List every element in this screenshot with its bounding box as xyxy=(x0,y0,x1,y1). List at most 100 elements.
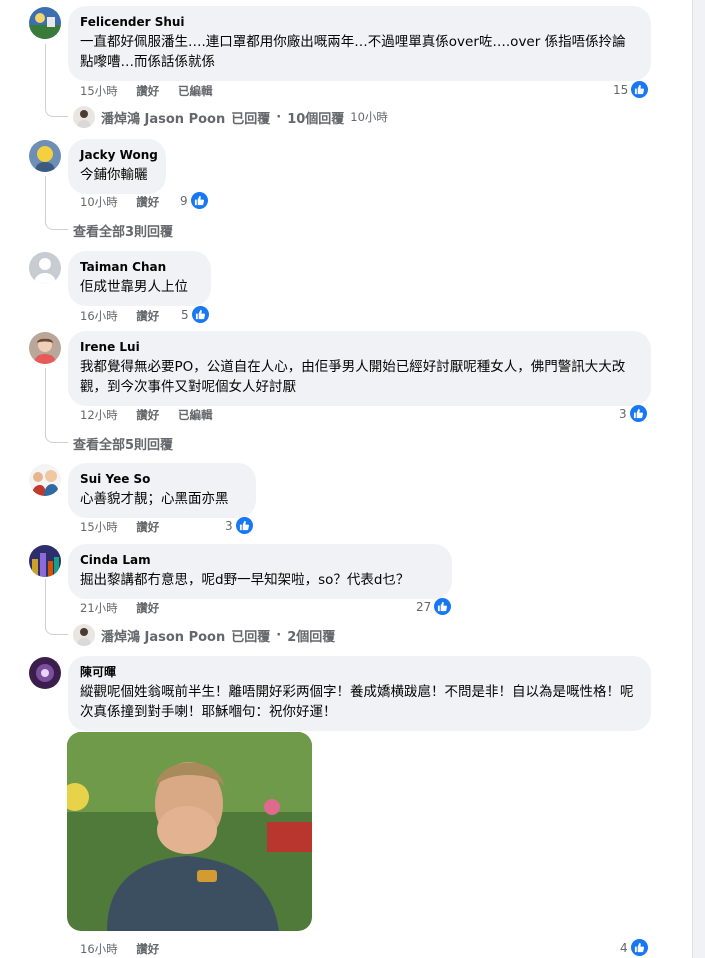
edited-label[interactable]: 已編輯 xyxy=(178,83,213,99)
comment-actions: 21小時 讚好 xyxy=(80,600,174,616)
comment-author[interactable]: Taiman Chan xyxy=(80,259,199,275)
reaction-number: 9 xyxy=(180,193,188,208)
comment-text: 縱觀呢個姓翁嘅前半生！離唔開好彩两個字！養成嬌横跋扈！不問是非！自以為是嘅性格！… xyxy=(80,684,634,720)
dot-separator: · xyxy=(276,627,282,643)
dot-separator: · xyxy=(276,109,282,125)
reaction-count[interactable]: 5 xyxy=(181,306,209,323)
reaction-number: 27 xyxy=(416,599,432,614)
like-button[interactable]: 讚好 xyxy=(136,194,159,210)
reaction-count[interactable]: 3 xyxy=(619,405,647,422)
reply-action: 已回覆 xyxy=(231,629,271,645)
comment-time[interactable]: 12小時 xyxy=(80,407,118,423)
comment-author[interactable]: Sui Yee So xyxy=(80,471,244,487)
thread-elbow xyxy=(45,106,68,117)
avatar-family-icon xyxy=(29,464,61,496)
comment-text: 掘出黎講都冇意思，呢d野一早知架啦，so？代表d乜？ xyxy=(80,572,410,588)
comment-time[interactable]: 16小時 xyxy=(80,308,118,324)
avatar-cartoon-icon xyxy=(29,140,61,172)
comment-text: 我都覺得無必要PO，公道自在人心，由佢爭男人開始已經好討厭呢種女人，佛門警訊大大… xyxy=(80,359,626,395)
comment-bubble: Jacky Wong 今鋪你輸曬 xyxy=(68,139,166,194)
avatar[interactable] xyxy=(29,545,61,577)
thumbs-up-icon xyxy=(630,939,648,956)
avatar-city-icon xyxy=(29,545,61,577)
reaction-number: 5 xyxy=(181,307,189,322)
thread-line xyxy=(45,368,46,437)
comment-time[interactable]: 15小時 xyxy=(80,83,118,99)
comment-bubble: Felicender Shui 一直都好佩服潘生….連口罩都用你廠出嘅兩年…不過… xyxy=(68,6,651,81)
like-button[interactable]: 讚好 xyxy=(136,308,159,324)
reply-avatar xyxy=(73,624,95,646)
avatar-night-icon xyxy=(29,657,61,689)
reply-count: 10個回覆 xyxy=(287,111,345,127)
comment-time[interactable]: 16小時 xyxy=(80,941,118,957)
thread-elbow xyxy=(45,432,68,443)
thread-elbow xyxy=(45,219,68,230)
reaction-count[interactable]: 3 xyxy=(225,517,253,534)
reaction-count[interactable]: 27 xyxy=(416,598,452,615)
avatar[interactable] xyxy=(29,7,61,39)
like-button[interactable]: 讚好 xyxy=(136,83,159,99)
reply-avatar xyxy=(73,106,95,128)
like-button[interactable]: 讚好 xyxy=(136,941,159,957)
comment-author[interactable]: Irene Lui xyxy=(80,339,639,355)
comment-actions: 12小時 讚好 已編輯 xyxy=(80,407,227,423)
default-avatar-icon xyxy=(29,252,61,284)
comment-author[interactable]: 陳可暉 xyxy=(80,664,639,680)
reply-time: 10小時 xyxy=(350,110,388,124)
thumbs-up-icon xyxy=(629,405,647,422)
reaction-number: 4 xyxy=(620,940,628,955)
comment-time[interactable]: 21小時 xyxy=(80,600,118,616)
like-button[interactable]: 讚好 xyxy=(136,407,159,423)
scrollbar-track[interactable] xyxy=(693,0,705,958)
comment-text: 佢成世靠男人上位 xyxy=(80,279,188,295)
reply-action: 已回覆 xyxy=(231,111,271,127)
view-replies-label: 查看全部5則回覆 xyxy=(73,438,174,453)
comment-text: 今鋪你輸曬 xyxy=(80,167,148,183)
thumbs-up-icon xyxy=(190,192,208,209)
reaction-number: 15 xyxy=(613,82,629,97)
reaction-count[interactable]: 4 xyxy=(620,939,648,956)
view-replies-label: 查看全部3則回覆 xyxy=(73,225,174,240)
reaction-count[interactable]: 15 xyxy=(613,81,649,98)
like-button[interactable]: 讚好 xyxy=(136,600,159,616)
thumbs-up-icon xyxy=(235,517,253,534)
thread-line xyxy=(45,579,46,629)
comment-author[interactable]: Jacky Wong xyxy=(80,147,158,163)
reply-author: 潘焯鴻 Jason Poon xyxy=(101,629,226,645)
thumbs-up-icon xyxy=(191,306,209,323)
avatar[interactable] xyxy=(29,252,61,284)
comment-bubble: Cinda Lam 掘出黎講都冇意思，呢d野一早知架啦，so？代表d乜？ xyxy=(68,544,452,599)
avatar[interactable] xyxy=(29,332,61,364)
avatar-landscape-icon xyxy=(29,7,61,39)
comment-bubble: Irene Lui 我都覺得無必要PO，公道自在人心，由佢爭男人開始已經好討厭呢… xyxy=(68,331,651,406)
like-button[interactable]: 讚好 xyxy=(136,519,159,535)
avatar-photo-icon xyxy=(29,332,61,364)
edited-label[interactable]: 已編輯 xyxy=(178,407,213,423)
comment-author[interactable]: Felicender Shui xyxy=(80,14,639,30)
view-all-replies[interactable]: 查看全部3則回覆 xyxy=(73,221,173,240)
reply-count: 2個回覆 xyxy=(287,629,336,645)
comment-bubble: 陳可暉 縱觀呢個姓翁嘅前半生！離唔開好彩两個字！養成嬌横跋扈！不問是非！自以為是… xyxy=(68,656,651,731)
comment-time[interactable]: 15小時 xyxy=(80,519,118,535)
avatar[interactable] xyxy=(29,464,61,496)
comment-bubble: Taiman Chan 佢成世靠男人上位 xyxy=(68,251,211,306)
reply-summary[interactable]: 潘焯鴻 Jason Poon 已回覆 · 10個回覆 10小時 xyxy=(73,106,388,128)
avatar[interactable] xyxy=(29,657,61,689)
reaction-gif-image[interactable] xyxy=(67,732,312,931)
reaction-number: 3 xyxy=(225,518,233,533)
thread-line xyxy=(45,44,46,110)
comment-actions: 15小時 讚好 xyxy=(80,519,174,535)
comment-actions: 15小時 讚好 已編輯 xyxy=(80,83,227,99)
comment-actions: 16小時 讚好 xyxy=(80,308,174,324)
comment-text: 一直都好佩服潘生….連口罩都用你廠出嘅兩年…不過哩單真係over咗….over … xyxy=(80,34,626,70)
reply-author: 潘焯鴻 Jason Poon xyxy=(101,111,226,127)
reaction-count[interactable]: 9 xyxy=(180,192,208,209)
comment-time[interactable]: 10小時 xyxy=(80,194,118,210)
thumbs-up-icon xyxy=(434,598,452,615)
avatar[interactable] xyxy=(29,140,61,172)
reaction-number: 3 xyxy=(619,406,627,421)
reply-summary[interactable]: 潘焯鴻 Jason Poon 已回覆 · 2個回覆 xyxy=(73,624,335,646)
view-all-replies[interactable]: 查看全部5則回覆 xyxy=(73,434,173,453)
comment-author[interactable]: Cinda Lam xyxy=(80,552,440,568)
thread-line xyxy=(45,176,46,224)
